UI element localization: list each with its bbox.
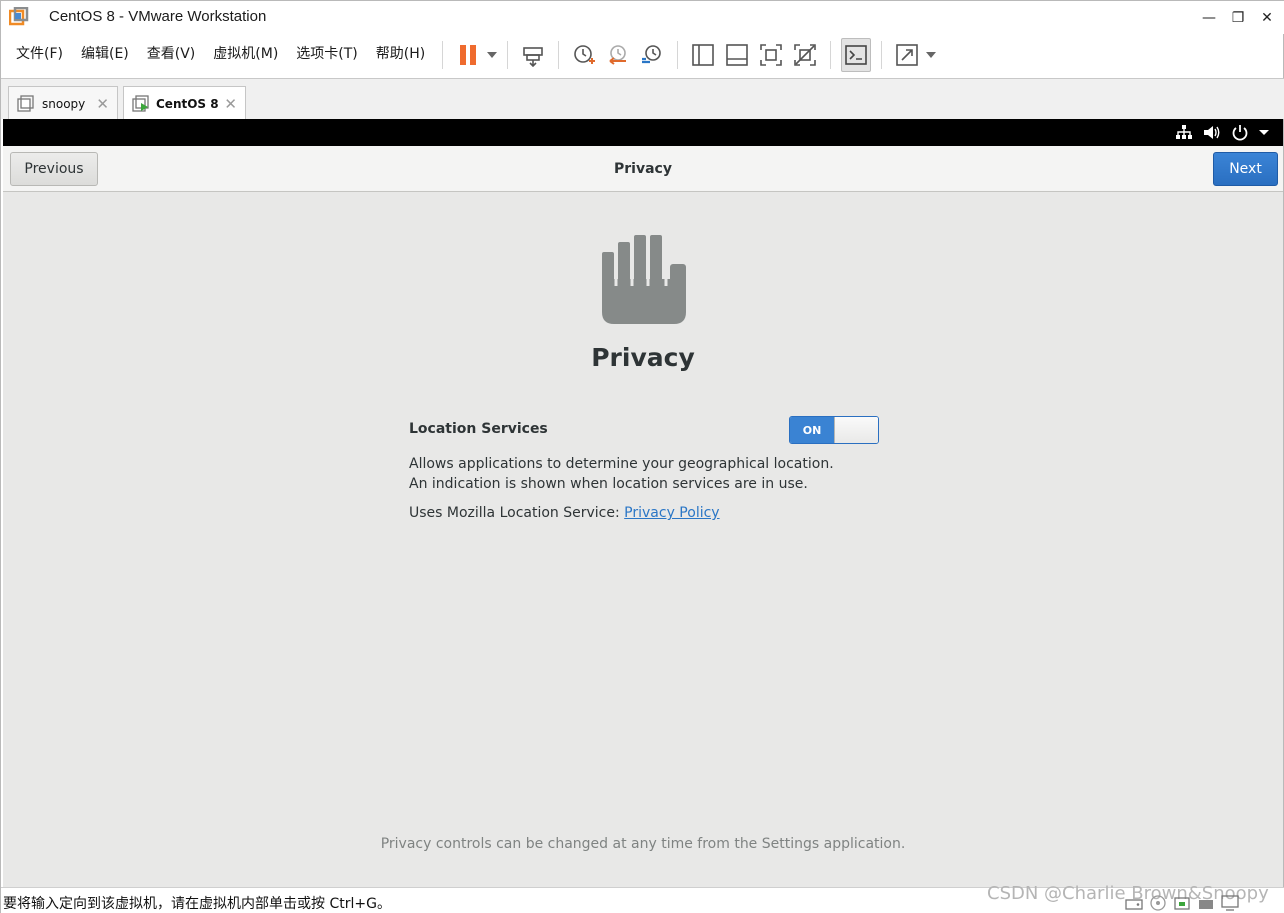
network-icon[interactable] <box>1175 124 1193 141</box>
show-library-icon <box>692 44 715 66</box>
previous-button[interactable]: Previous <box>10 152 98 186</box>
revert-snapshot-icon <box>609 45 627 65</box>
tab-centos-8[interactable]: CentOS 8 ✕ <box>123 86 246 120</box>
display-icon[interactable] <box>1221 894 1239 911</box>
caret-down-icon <box>926 52 937 58</box>
location-services-toggle[interactable]: ON <box>789 416 879 444</box>
close-tab-icon[interactable]: ✕ <box>224 95 237 113</box>
stretch-dropdown[interactable] <box>924 37 938 73</box>
device-status-icons <box>1125 894 1239 912</box>
console-icon <box>845 45 868 65</box>
toolbar-separator <box>442 41 444 69</box>
restore-button[interactable]: ❐ <box>1223 1 1253 34</box>
pause-button[interactable] <box>451 37 485 73</box>
toolbar-separator <box>881 41 883 69</box>
show-thumbnails-icon <box>726 44 749 66</box>
hard-disk-icon[interactable] <box>1125 894 1143 911</box>
cd-rom-icon[interactable] <box>1149 894 1167 911</box>
gnome-top-bar <box>3 119 1283 146</box>
volume-icon[interactable] <box>1203 124 1221 141</box>
tab-label: snoopy <box>42 96 86 111</box>
window-title: CentOS 8 - VMware Workstation <box>49 8 267 25</box>
stretch-icon <box>896 44 919 66</box>
toolbar-separator <box>677 41 679 69</box>
toggle-state-label: ON <box>790 417 834 443</box>
power-icon[interactable] <box>1231 124 1249 141</box>
snapshot-manager-button[interactable] <box>635 37 669 73</box>
initial-setup-header: Privacy Previous Next <box>3 146 1283 192</box>
console-view-button[interactable] <box>841 38 872 72</box>
menu-help[interactable]: 帮助(H) <box>367 35 434 75</box>
vm-icon <box>17 94 34 112</box>
vmware-window: CentOS 8 - VMware Workstation — ❐ ✕ 文件(F… <box>0 0 1284 913</box>
minimize-button[interactable]: — <box>1194 1 1224 34</box>
location-services-description: Allows applications to determine your ge… <box>409 456 834 492</box>
network-adapter-icon[interactable] <box>1173 894 1191 911</box>
snapshot-icon <box>574 45 596 64</box>
status-text: 要将输入定向到该虚拟机，请在虚拟机内部单击或按 Ctrl+G。 <box>3 896 391 912</box>
menu-toolbar: 文件(F) 编辑(E) 查看(V) 虚拟机(M) 选项卡(T) 帮助(H) <box>1 35 1284 75</box>
privacy-footer-note: Privacy controls can be changed at any t… <box>380 836 906 852</box>
pause-dropdown[interactable] <box>485 37 499 73</box>
close-button[interactable]: ✕ <box>1252 1 1282 34</box>
close-tab-icon[interactable]: ✕ <box>96 95 109 113</box>
menu-edit[interactable]: 编辑(E) <box>72 35 138 75</box>
next-button[interactable]: Next <box>1213 152 1278 186</box>
snapshot-manager-icon <box>642 45 662 64</box>
menu-vm[interactable]: 虚拟机(M) <box>204 35 287 75</box>
status-bar: 要将输入定向到该虚拟机，请在虚拟机内部单击或按 Ctrl+G。 CSDN @Ch… <box>1 883 1284 913</box>
toolbar-separator <box>507 41 509 69</box>
fullscreen-icon <box>760 44 783 66</box>
show-library-button[interactable] <box>686 37 720 73</box>
take-snapshot-button[interactable] <box>567 37 601 73</box>
toolbar-separator <box>830 41 832 69</box>
send-keys-button[interactable] <box>516 37 550 73</box>
menu-tabs[interactable]: 选项卡(T) <box>287 35 366 75</box>
title-bar: CentOS 8 - VMware Workstation — ❐ ✕ <box>1 1 1284 34</box>
uses-text: Uses Mozilla Location Service: <box>409 505 625 521</box>
show-thumbnails-button[interactable] <box>720 37 754 73</box>
caret-down-icon[interactable] <box>1255 124 1273 141</box>
tab-label: CentOS 8 <box>156 96 219 111</box>
menu-file[interactable]: 文件(F) <box>1 35 72 75</box>
vmware-logo-icon <box>9 7 29 26</box>
unity-icon <box>794 44 817 66</box>
pause-icon <box>460 45 477 65</box>
unity-button[interactable] <box>788 37 822 73</box>
toolbar-separator <box>558 41 560 69</box>
send-keys-icon <box>523 47 544 67</box>
hand-stop-icon <box>602 235 686 324</box>
tab-strip: snoopy ✕ CentOS 8 ✕ <box>1 78 1284 120</box>
stretch-button[interactable] <box>890 37 924 73</box>
mozilla-location-note: Uses Mozilla Location Service: Privacy P… <box>409 505 720 521</box>
header-title: Privacy <box>614 161 672 177</box>
tab-snoopy[interactable]: snoopy ✕ <box>8 86 118 120</box>
vm-display[interactable]: Privacy Previous Next Privacy Location S… <box>3 119 1283 887</box>
vm-running-icon <box>132 94 149 112</box>
page-title: Privacy <box>591 343 695 372</box>
fullscreen-button[interactable] <box>754 37 788 73</box>
usb-icon[interactable] <box>1197 894 1215 911</box>
revert-snapshot-button[interactable] <box>601 37 635 73</box>
menu-view[interactable]: 查看(V) <box>138 35 205 75</box>
toggle-knob[interactable] <box>834 417 878 443</box>
privacy-policy-link[interactable]: Privacy Policy <box>624 505 719 521</box>
caret-down-icon <box>487 52 498 58</box>
location-services-label: Location Services <box>409 421 548 437</box>
